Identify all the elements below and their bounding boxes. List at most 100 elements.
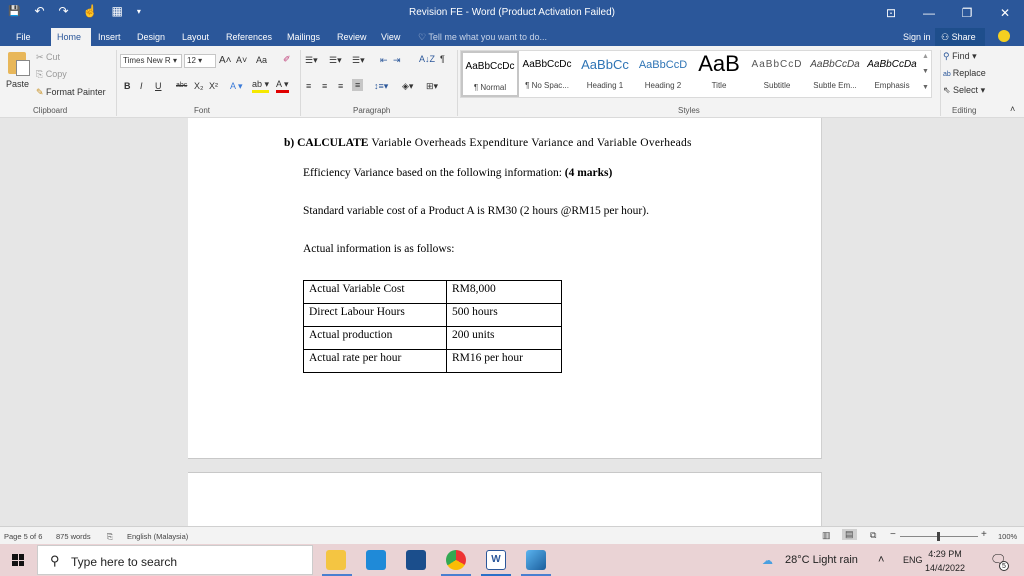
tab-home[interactable]: Home (51, 28, 91, 46)
select-button[interactable]: ⇖ Select ▾ (943, 85, 985, 96)
find-button[interactable]: ⚲ Find ▾ (943, 51, 977, 62)
next-page[interactable] (188, 472, 822, 526)
numbering-icon[interactable]: ☰▾ (329, 55, 342, 66)
print-layout-icon[interactable]: ▤ (842, 529, 857, 540)
close-button[interactable]: ✕ (986, 0, 1024, 26)
input-language[interactable]: ENG (903, 555, 923, 565)
tab-mailings[interactable]: Mailings (281, 28, 326, 46)
style-heading-1[interactable]: AaBbCc Heading 1 (576, 51, 634, 97)
style-normal[interactable]: AaBbCcDc ¶ Normal (461, 51, 519, 97)
show-formatting-icon[interactable]: ¶ (440, 54, 445, 64)
page-count[interactable]: Page 5 of 6 (4, 532, 42, 541)
styles-scroll-up-icon[interactable]: ▲ (922, 53, 929, 60)
tab-references[interactable]: References (220, 28, 278, 46)
copy-button[interactable]: ⎘ Copy (36, 69, 67, 80)
styles-gallery: AaBbCcDc ¶ Normal AaBbCcDc ¶ No Spac... Aa… (460, 50, 932, 98)
paste-icon[interactable] (8, 52, 30, 76)
tab-review[interactable]: Review (331, 28, 373, 46)
replace-button[interactable]: ab Replace (943, 68, 986, 78)
italic-button[interactable]: I (140, 81, 143, 91)
taskbar-search[interactable]: ⚲ Type here to search (37, 545, 313, 575)
proofing-icon[interactable]: ⎘ (107, 532, 113, 542)
shading-icon[interactable]: ◈▾ (402, 81, 413, 92)
font-name-select[interactable]: Times New R ▾ (120, 54, 182, 68)
style-emphasis[interactable]: AaBbCcDa Emphasis (863, 51, 921, 97)
clock[interactable]: 4:29 PM 14/4/2022 (925, 547, 965, 575)
subscript-button[interactable]: X₂ (194, 81, 204, 91)
borders-icon[interactable]: ⊞▾ (426, 81, 438, 92)
paste-button[interactable]: Paste (6, 79, 29, 89)
language-indicator[interactable]: English (Malaysia) (127, 532, 188, 541)
tab-design[interactable]: Design (131, 28, 171, 46)
read-mode-icon[interactable]: ▥ (822, 530, 831, 541)
style-title[interactable]: AaB Title (690, 51, 748, 97)
zoom-level[interactable]: 100% (998, 532, 1017, 541)
tab-insert[interactable]: Insert (92, 28, 127, 46)
window-title: Revision FE - Word (Product Activation F… (408, 7, 615, 18)
microsoft-store-icon[interactable] (406, 550, 426, 570)
restore-button[interactable]: ❐ (948, 0, 986, 26)
style-subtle-emphasis[interactable]: AaBbCcDa Subtle Em... (806, 51, 864, 97)
shrink-font-button[interactable]: A˅ (236, 55, 247, 65)
format-painter-button[interactable]: ✎ Format Painter (36, 87, 106, 98)
actual-info-line: Actual information is as follows: (303, 243, 455, 255)
tab-file[interactable]: File (10, 28, 37, 46)
align-center-icon[interactable]: ≡ (322, 81, 327, 91)
share-button[interactable]: ⚇ Share (935, 28, 985, 46)
zoom-out-button[interactable]: − (890, 529, 896, 540)
mail-icon[interactable] (366, 550, 386, 570)
font-color-icon[interactable]: A ▾ (276, 79, 289, 93)
font-size-select[interactable]: 12 ▾ (184, 54, 216, 68)
show-hidden-icons-icon[interactable]: ˄ (878, 554, 884, 566)
grow-font-button[interactable]: A˄ (219, 55, 232, 66)
photos-icon[interactable] (526, 550, 546, 570)
clear-formatting-icon[interactable]: ✐ (283, 54, 291, 65)
tab-layout[interactable]: Layout (176, 28, 215, 46)
question-line-1: b) CALCULATE Variable Overheads Expendit… (284, 137, 692, 149)
highlight-color-icon[interactable]: ab ▾ (252, 79, 270, 93)
word-icon[interactable]: W (486, 550, 506, 570)
decrease-indent-icon[interactable]: ⇤ (380, 55, 388, 66)
weather-text[interactable]: 28°C Light rain (785, 554, 858, 566)
cut-button[interactable]: ✂ Cut (36, 52, 60, 63)
increase-indent-icon[interactable]: ⇥ (393, 55, 401, 66)
align-left-icon[interactable]: ≡ (306, 81, 311, 91)
minimize-button[interactable]: — (910, 0, 948, 26)
web-layout-icon[interactable]: ⧉ (870, 530, 876, 541)
style-heading-2[interactable]: AaBbCcD Heading 2 (634, 51, 692, 97)
align-right-icon[interactable]: ≡ (338, 81, 343, 91)
sign-in-link[interactable]: Sign in (903, 32, 931, 42)
table-row: Actual Variable Cost RM8,000 (303, 280, 562, 304)
sort-icon[interactable]: A↓Z (419, 54, 435, 64)
weather-icon[interactable]: ☁ (762, 554, 773, 567)
zoom-in-button[interactable]: + (981, 529, 987, 540)
text-effects-icon[interactable]: A ▾ (230, 81, 243, 92)
chrome-icon[interactable] (446, 550, 466, 570)
strikethrough-button[interactable]: abc (176, 82, 187, 89)
ribbon-display-options-button[interactable]: ⊡ (872, 0, 910, 26)
zoom-slider-thumb[interactable] (937, 532, 940, 541)
bold-button[interactable]: B (124, 81, 131, 91)
superscript-button[interactable]: X² (209, 81, 218, 91)
feedback-smiley-icon[interactable] (998, 30, 1010, 42)
word-count[interactable]: 875 words (56, 532, 91, 541)
scissors-icon: ✂ (36, 52, 47, 62)
line-spacing-icon[interactable]: ↕≡▾ (374, 81, 388, 92)
styles-scroll-down-icon[interactable]: ▼ (922, 68, 929, 75)
status-bar: Page 5 of 6 875 words ⎘ English (Malaysi… (0, 526, 1024, 544)
style-subtitle[interactable]: AaBbCcD Subtitle (748, 51, 806, 97)
bullets-icon[interactable]: ☰▾ (305, 55, 318, 66)
windows-start-icon[interactable] (12, 554, 24, 566)
multilevel-list-icon[interactable]: ☰▾ (352, 55, 365, 66)
styles-more-icon[interactable]: ▼ (922, 84, 929, 91)
search-icon: ⚲ (943, 51, 953, 61)
file-explorer-icon[interactable] (326, 550, 346, 570)
change-case-button[interactable]: Aa (256, 55, 267, 65)
tell-me-search[interactable]: ♡ Tell me what you want to do... (418, 32, 547, 43)
style-no-spacing[interactable]: AaBbCcDc ¶ No Spac... (518, 51, 576, 97)
underline-button[interactable]: U (155, 81, 162, 91)
collapse-ribbon-icon[interactable]: ˄ (1010, 104, 1015, 114)
justify-icon[interactable]: ≡ (352, 79, 364, 91)
tab-view[interactable]: View (375, 28, 406, 46)
document-page[interactable]: b) CALCULATE Variable Overheads Expendit… (188, 118, 822, 459)
